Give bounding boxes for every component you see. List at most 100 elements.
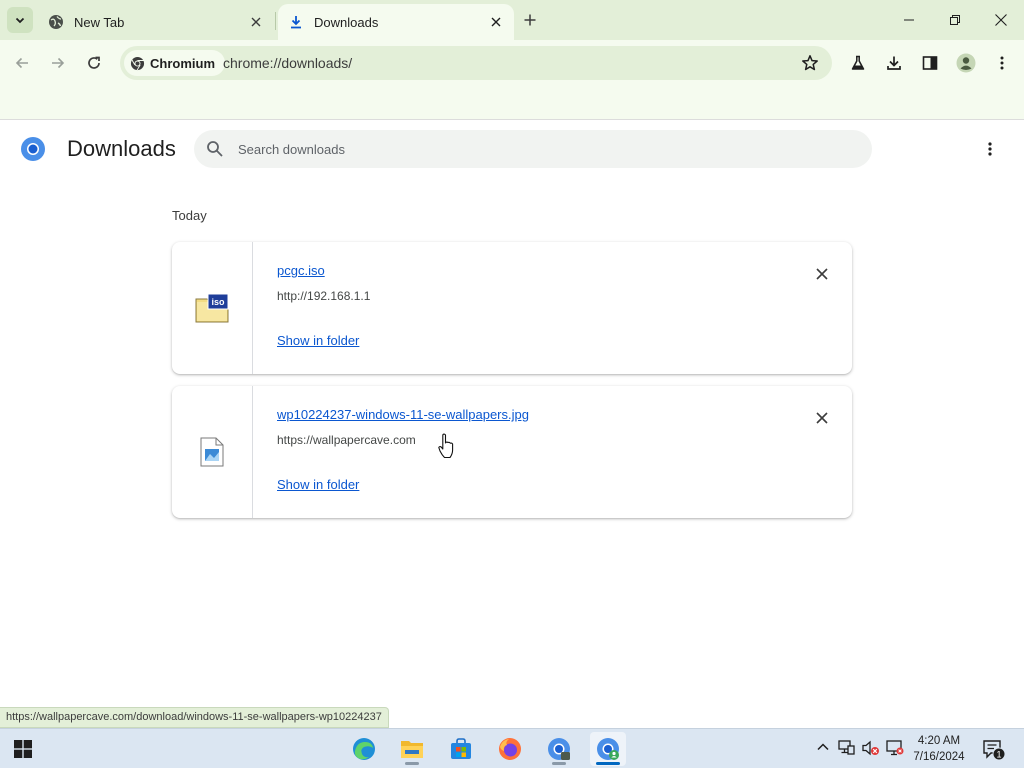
running-indicator bbox=[552, 762, 566, 765]
avatar-icon bbox=[956, 53, 976, 73]
labs-button[interactable] bbox=[843, 48, 873, 78]
file-explorer-icon bbox=[401, 741, 423, 758]
close-icon bbox=[995, 14, 1007, 26]
edge-icon bbox=[353, 738, 375, 760]
chromium-active-icon bbox=[597, 738, 619, 760]
restore-button[interactable] bbox=[932, 0, 978, 40]
browser-window: New Tab Downloads Chromium chrome://down… bbox=[0, 0, 1024, 768]
svg-text:iso: iso bbox=[211, 297, 225, 307]
search-input[interactable] bbox=[238, 130, 838, 168]
network-icon[interactable] bbox=[838, 740, 856, 756]
notification-count: 1 bbox=[996, 750, 1001, 760]
browser-menu-button[interactable] bbox=[987, 48, 1017, 78]
download-item: wp10224237-windows-11-se-wallpapers.jpg … bbox=[172, 386, 852, 518]
close-icon bbox=[816, 412, 828, 424]
clock-time: 4:20 AM bbox=[917, 735, 961, 747]
tab-downloads[interactable]: Downloads bbox=[278, 4, 514, 40]
url-text[interactable]: chrome://downloads/ bbox=[223, 55, 352, 71]
taskbar: 4:20 AM 7/16/2024 1 bbox=[0, 728, 1024, 768]
chromium-icon bbox=[548, 738, 570, 760]
reload-button[interactable] bbox=[79, 48, 109, 78]
download-icon bbox=[887, 56, 901, 70]
remove-item-button[interactable] bbox=[812, 408, 832, 428]
tab-strip: New Tab Downloads bbox=[0, 0, 1024, 40]
chevron-up-icon[interactable] bbox=[816, 740, 830, 754]
profile-button[interactable] bbox=[951, 48, 981, 78]
file-icon-column bbox=[172, 386, 253, 518]
toolbar-extension-band bbox=[0, 86, 1024, 120]
iso-file-icon: iso bbox=[195, 293, 229, 323]
side-panel-icon bbox=[922, 56, 938, 70]
back-button[interactable] bbox=[7, 48, 37, 78]
forward-button[interactable] bbox=[43, 48, 73, 78]
file-icon-column: iso bbox=[172, 242, 253, 374]
plus-icon bbox=[524, 14, 536, 26]
file-name-link[interactable]: pcgc.iso bbox=[277, 263, 325, 278]
minimize-icon bbox=[904, 19, 914, 21]
downloads-button[interactable] bbox=[879, 48, 909, 78]
address-bar[interactable]: Chromium chrome://downloads/ bbox=[120, 46, 832, 80]
microsoft-store-icon bbox=[451, 738, 471, 759]
image-file-icon bbox=[200, 437, 224, 467]
tab-new-tab[interactable]: New Tab bbox=[38, 4, 274, 40]
more-vertical-icon bbox=[1000, 56, 1004, 70]
show-in-folder-link[interactable]: Show in folder bbox=[277, 333, 359, 348]
file-name-link[interactable]: wp10224237-windows-11-se-wallpapers.jpg bbox=[277, 407, 529, 422]
remove-item-button[interactable] bbox=[812, 264, 832, 284]
show-in-folder-link[interactable]: Show in folder bbox=[277, 477, 359, 492]
clock-date: 7/16/2024 bbox=[913, 751, 965, 763]
page-title: Downloads bbox=[67, 136, 176, 161]
close-icon[interactable] bbox=[248, 14, 264, 30]
notification-center-button[interactable]: 1 bbox=[982, 739, 1006, 766]
running-indicator bbox=[405, 762, 419, 765]
arrow-right-icon bbox=[52, 57, 65, 69]
taskbar-chromium-active[interactable] bbox=[590, 732, 626, 766]
more-vertical-icon bbox=[988, 142, 992, 156]
new-tab-button[interactable] bbox=[518, 8, 542, 32]
taskbar-firefox[interactable] bbox=[492, 732, 528, 766]
chevron-down-icon bbox=[15, 17, 25, 24]
taskbar-store[interactable] bbox=[443, 732, 479, 766]
date-section-heading: Today bbox=[172, 208, 207, 223]
flask-icon bbox=[851, 55, 865, 70]
link-status-bubble: https://wallpapercave.com/download/windo… bbox=[0, 707, 389, 728]
tab-search-button[interactable] bbox=[7, 7, 33, 33]
file-source-url: https://wallpapercave.com bbox=[277, 433, 416, 447]
reload-icon bbox=[88, 56, 100, 69]
downloads-header: Downloads bbox=[0, 121, 1024, 181]
tab-title: Downloads bbox=[314, 14, 379, 30]
close-icon[interactable] bbox=[488, 14, 504, 30]
downloads-menu-button[interactable] bbox=[978, 137, 1002, 161]
minimize-button[interactable] bbox=[886, 0, 932, 40]
taskbar-edge[interactable] bbox=[346, 732, 382, 766]
site-info-chip[interactable]: Chromium bbox=[124, 50, 225, 76]
notification-icon: 1 bbox=[983, 740, 1006, 761]
window-close-button[interactable] bbox=[978, 0, 1024, 40]
volume-muted-icon[interactable] bbox=[862, 740, 880, 756]
display-warning-icon[interactable] bbox=[886, 740, 904, 756]
search-box[interactable] bbox=[194, 130, 872, 168]
taskbar-chromium[interactable] bbox=[541, 732, 577, 766]
file-source-url: http://192.168.1.1 bbox=[277, 289, 371, 303]
firefox-icon bbox=[499, 738, 521, 760]
taskbar-file-explorer[interactable] bbox=[394, 732, 430, 766]
system-clock[interactable]: 4:20 AM 7/16/2024 bbox=[906, 733, 972, 765]
download-icon bbox=[288, 14, 304, 30]
restore-icon bbox=[950, 15, 960, 25]
download-item: iso pcgc.iso http://192.168.1.1 Show in … bbox=[172, 242, 852, 374]
chrome-logo-icon bbox=[21, 137, 45, 161]
running-indicator bbox=[596, 762, 620, 765]
tab-separator bbox=[275, 12, 276, 30]
chromium-logo-icon bbox=[130, 56, 145, 71]
site-chip-label: Chromium bbox=[150, 55, 215, 71]
globe-icon bbox=[48, 14, 64, 30]
windows-start-icon[interactable] bbox=[14, 740, 32, 758]
hand-pointer-cursor-icon bbox=[438, 433, 454, 459]
toolbar: Chromium chrome://downloads/ bbox=[0, 40, 1024, 86]
close-icon bbox=[816, 268, 828, 280]
bookmark-star-icon[interactable] bbox=[800, 53, 820, 73]
arrow-left-icon bbox=[15, 57, 28, 69]
side-panel-button[interactable] bbox=[915, 48, 945, 78]
tab-title: New Tab bbox=[74, 14, 125, 30]
search-icon bbox=[207, 141, 223, 157]
